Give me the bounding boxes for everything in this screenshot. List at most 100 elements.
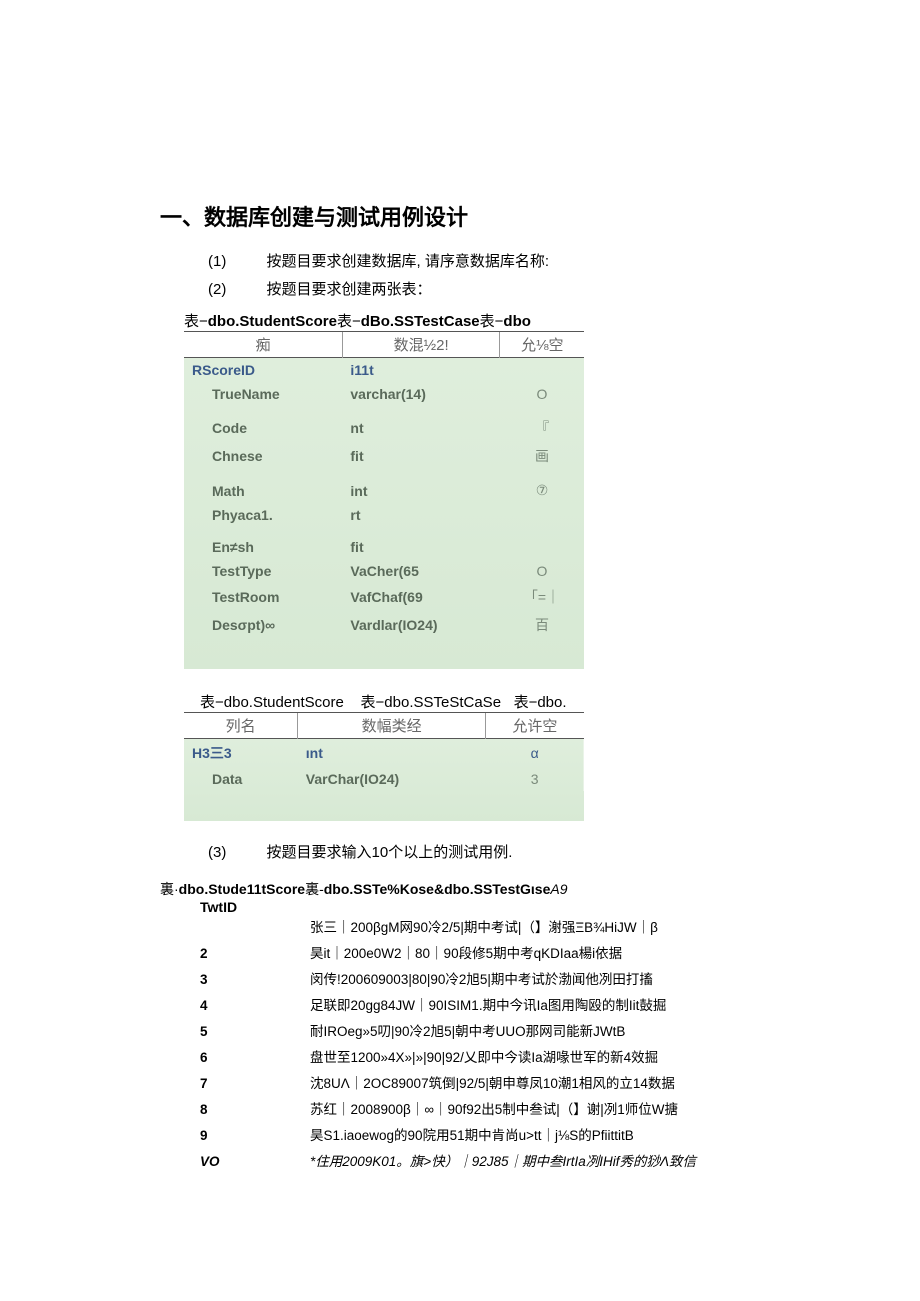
col-name: Math	[184, 478, 342, 503]
col-allow-null: 画	[500, 442, 584, 470]
list-item: 6盘世至1200»4X»|»|90|92/乂即中今读Ia湖喙世军的新4效掘	[200, 1045, 760, 1071]
table-row: TestRoomVafChaf(69「=｜	[184, 583, 584, 611]
test-num: 5	[200, 1019, 310, 1045]
table-row: H3三3ıntα	[184, 739, 584, 768]
t2-head-col3: 允许空	[485, 713, 584, 739]
table-row: En≠shfit	[184, 535, 584, 559]
list-item: 9昊S1.iaoewog的90院用51期中肯尚u>tt｜j⅛S的Pfiittit…	[200, 1123, 760, 1149]
tests-id-label: TwtID	[200, 899, 760, 915]
cap2-b: 表−dbo.SSTeStCaSe	[361, 694, 502, 711]
schema-table-1: 痴 数混½2! 允⅛空 RScoreIDi11tTrueNamevarchar(…	[184, 332, 584, 669]
cap2-a: 表−dbo.StudentScore	[200, 694, 344, 711]
section-heading: 一、数据库创建与测试用例设计	[160, 200, 760, 232]
table-row: Chnesefit画	[184, 442, 584, 470]
table-row: TrueNamevarchar(14)O	[184, 382, 584, 406]
test-data: 张三｜200βgM网90冷2/5|期中考试|（】㴬强ΞB¾HiJW｜β	[310, 915, 760, 941]
col-name: TrueName	[184, 382, 342, 406]
step-1-num: (1)	[208, 253, 226, 270]
list-item: 3闵传!200609003|80|90冷2旭5|期中考试於渤闻他冽田打搐	[200, 967, 760, 993]
col-type: fit	[342, 535, 500, 559]
test-data: 闵传!200609003|80|90冷2旭5|期中考试於渤闻他冽田打搐	[310, 967, 760, 993]
test-num: VO	[200, 1149, 310, 1175]
step-1: (1) 按题目要求创建数据库, 请序意数据库名称:	[208, 248, 760, 276]
list-item: 5耐IROeg»5叨|90冷2旭5|朝中考UUO那网司能新JWtB	[200, 1019, 760, 1045]
col-type: rt	[342, 503, 500, 527]
tests-caption: 裏·dbo.Stυde11tScore裏-dbo.SSTe%Kose&dbo.S…	[160, 879, 760, 899]
col-name: H3三3	[184, 739, 298, 768]
t2-head-col2: 数幅类经	[298, 713, 486, 739]
cap2-c: 表−dbo.	[514, 694, 567, 711]
cap1-mid2: 表−	[480, 313, 504, 330]
tc-b: dbo.SSTe%Kose&dbo.SSTestGιse	[324, 881, 551, 897]
col-allow-null: O	[500, 559, 584, 583]
step-2: (2) 按题目要求创建两张表：	[208, 276, 760, 304]
col-name: TestType	[184, 559, 342, 583]
list-item: 7沈8UΛ｜2OC89007筑倒|92/5|朝申尊凤10潮1相风的立14数据	[200, 1071, 760, 1097]
table2-caption: 表−dbo.StudentScore 表−dbo.SSTeStCaSe 表−db…	[200, 691, 760, 712]
col-name: Chnese	[184, 442, 342, 470]
table1-caption: 表−dbo.StudentScore表−dBo.SSTestCase表−dbo	[184, 310, 760, 331]
test-data: 足联即20gg84JW｜90ISIM1.期中今讯Ia图用陶殴的制Iit鼔掘	[310, 993, 760, 1019]
list-item: 2昊it｜200e0W2｜80｜90段修5期中考qKDIaa楊i依据	[200, 941, 760, 967]
test-num: 2	[200, 941, 310, 967]
col-type: VarChar(IO24)	[298, 767, 486, 791]
t1-head-col2: 数混½2!	[342, 332, 500, 358]
test-data: 沈8UΛ｜2OC89007筑倒|92/5|朝申尊凤10潮1相风的立14数据	[310, 1071, 760, 1097]
col-name: TestRoom	[184, 583, 342, 611]
col-name: Code	[184, 414, 342, 442]
t1-head-col1: 痴	[184, 332, 342, 358]
test-data: *住用2009K01。旗>快）｜92J85｜期中叁IrtIa冽IHif秀的猀Λ致…	[310, 1149, 760, 1175]
test-data: 盘世至1200»4X»|»|90|92/乂即中今读Ia湖喙世军的新4效掘	[310, 1045, 760, 1071]
tc-mid: 裏-	[305, 881, 324, 897]
col-name: Desσpt)∞	[184, 611, 342, 639]
col-allow-null: 「=｜	[500, 583, 584, 611]
test-data: 苏红｜2008900β｜∞｜90f92出5制中叁试|（】谢|冽1师位W搪	[310, 1097, 760, 1123]
col-type: Vardlar(IO24)	[342, 611, 500, 639]
col-allow-null	[500, 535, 584, 559]
col-type: i11t	[342, 358, 500, 383]
test-data: 昊S1.iaoewog的90院用51期中肯尚u>tt｜j⅛S的PfiittitB	[310, 1123, 760, 1149]
table-row: TestTypeVaCher(65O	[184, 559, 584, 583]
col-allow-null	[500, 503, 584, 527]
test-data: 昊it｜200e0W2｜80｜90段修5期中考qKDIaa楊i依据	[310, 941, 760, 967]
cap1-a: dbo.StudentScore	[208, 313, 337, 330]
col-allow-null: 『	[500, 414, 584, 442]
col-type: VafChaf(69	[342, 583, 500, 611]
step-3: (3) 按题目要求输入10个以上的测试用例.	[208, 839, 760, 867]
test-num: 4	[200, 993, 310, 1019]
table-row: RScoreIDi11t	[184, 358, 584, 383]
tests-list: 张三｜200βgM网90冷2/5|期中考试|（】㴬强ΞB¾HiJW｜β2昊it｜…	[160, 915, 760, 1175]
table-row: Phyaca1.rt	[184, 503, 584, 527]
col-allow-null: 百	[500, 611, 584, 639]
table-row: DataVarChar(IO24)3	[184, 767, 584, 791]
list-item: 张三｜200βgM网90冷2/5|期中考试|（】㴬强ΞB¾HiJW｜β	[200, 915, 760, 941]
col-type: varchar(14)	[342, 382, 500, 406]
list-item: 4足联即20gg84JW｜90ISIM1.期中今讯Ia图用陶殴的制Iit鼔掘	[200, 993, 760, 1019]
test-num: 9	[200, 1123, 310, 1149]
col-type: nt	[342, 414, 500, 442]
test-num: 3	[200, 967, 310, 993]
table-row: Mathint⑦	[184, 478, 584, 503]
col-name: Phyaca1.	[184, 503, 342, 527]
col-type: int	[342, 478, 500, 503]
t2-head-col1: 列名	[184, 713, 298, 739]
tc-a: dbo.Stυde11tScore	[179, 881, 305, 897]
tc-prefix: 裏·	[160, 881, 179, 897]
list-item: VO*住用2009K01。旗>快）｜92J85｜期中叁IrtIa冽IHif秀的猀…	[200, 1149, 760, 1175]
cap1-prefix: 表−	[184, 313, 208, 330]
col-type: ınt	[298, 739, 486, 768]
tc-suffix: A9	[550, 881, 567, 897]
col-type: fit	[342, 442, 500, 470]
list-item: 8苏红｜2008900β｜∞｜90f92出5制中叁试|（】谢|冽1师位W搪	[200, 1097, 760, 1123]
col-allow-null: ⑦	[500, 478, 584, 503]
step-3-num: (3)	[208, 844, 226, 861]
t1-head-col3: 允⅛空	[500, 332, 584, 358]
cap1-mid1: 表−	[337, 313, 361, 330]
step-2-num: (2)	[208, 281, 226, 298]
test-data: 耐IROeg»5叨|90冷2旭5|朝中考UUO那网司能新JWtB	[310, 1019, 760, 1045]
cap1-b: dBo.SSTestCase	[361, 313, 480, 330]
col-allow-null: α	[485, 739, 584, 768]
col-allow-null: O	[500, 382, 584, 406]
step-1-text: 按题目要求创建数据库, 请序意数据库名称:	[267, 253, 550, 270]
col-allow-null	[500, 358, 584, 383]
